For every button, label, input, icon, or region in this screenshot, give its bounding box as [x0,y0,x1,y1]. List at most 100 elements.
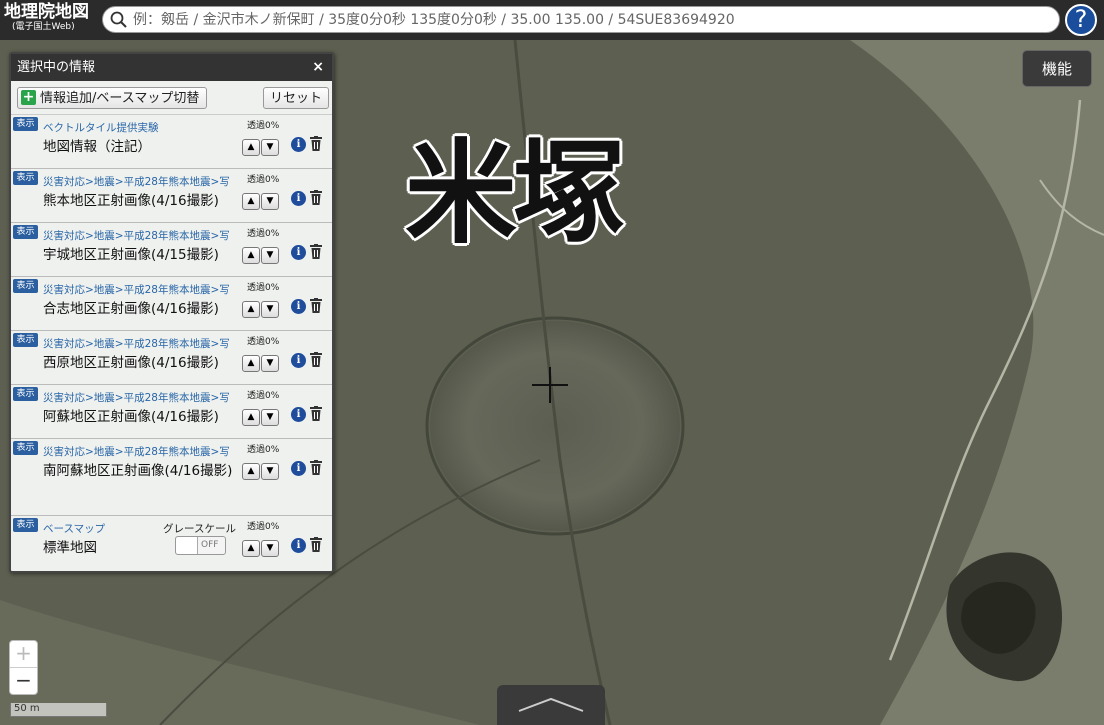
layer-item: 表示 災害対応>地震>平成28年熊本地震>写 西原地区正射画像(4/16撮影) … [11,331,332,385]
layer-title: 西原地区正射画像(4/16撮影) [43,355,219,371]
info-icon[interactable]: i [291,191,306,206]
grayscale-label: グレースケール [163,523,236,535]
layer-item: 表示 災害対応>地震>平成28年熊本地震>写 合志地区正射画像(4/16撮影) … [11,277,332,331]
layer-title: 宇城地区正射画像(4/15撮影) [43,247,219,263]
trash-icon[interactable] [310,244,322,259]
help-button[interactable]: ? [1065,4,1097,36]
move-up-button[interactable]: ▲ [242,355,260,372]
opacity-label[interactable]: 透過0% [247,118,279,131]
opacity-label[interactable]: 透過0% [247,442,279,455]
layer-path: 災害対応>地震>平成28年熊本地震>写 [43,176,230,188]
zoom-in-button[interactable]: + [10,641,37,668]
crosshair-icon [532,367,568,403]
show-layer-button[interactable]: 表示 [13,117,38,131]
panel-header: 選択中の情報 × [11,54,332,81]
move-up-button[interactable]: ▲ [242,193,260,210]
info-icon[interactable]: i [291,538,306,553]
layer-title: 合志地区正射画像(4/16撮影) [43,301,219,317]
info-icon[interactable]: i [291,299,306,314]
layer-title: 阿蘇地区正射画像(4/16撮影) [43,409,219,425]
panel-toolbar: + 情報追加/ベースマップ切替 リセット [11,81,332,115]
show-layer-button[interactable]: 表示 [13,225,38,239]
opacity-label[interactable]: 透過0% [247,226,279,239]
move-up-button[interactable]: ▲ [242,463,260,480]
layer-title: 標準地図 [43,540,97,556]
info-icon[interactable]: i [291,353,306,368]
order-buttons: ▲ ▼ [242,242,280,264]
search-box [102,6,1060,33]
move-up-button[interactable]: ▲ [242,301,260,318]
show-layer-button[interactable]: 表示 [13,387,38,401]
move-down-button[interactable]: ▼ [261,247,279,264]
order-buttons: ▲ ▼ [242,535,280,557]
add-layer-button[interactable]: + 情報追加/ベースマップ切替 [17,87,207,109]
info-icon[interactable]: i [291,461,306,476]
show-layer-button[interactable]: 表示 [13,279,38,293]
move-up-button[interactable]: ▲ [242,540,260,557]
trash-icon[interactable] [310,136,322,151]
opacity-label[interactable]: 透過0% [247,172,279,185]
move-down-button[interactable]: ▼ [261,409,279,426]
order-buttons: ▲ ▼ [242,458,280,480]
layer-path: 災害対応>地震>平成28年熊本地震>写 [43,284,230,296]
show-layer-button[interactable]: 表示 [13,518,38,532]
zoom-control: + − [9,640,38,695]
layer-item: 表示 災害対応>地震>平成28年熊本地震>写 宇城地区正射画像(4/15撮影) … [11,223,332,277]
move-down-button[interactable]: ▼ [261,301,279,318]
trash-icon[interactable] [310,352,322,367]
function-menu-button[interactable]: 機能 [1022,50,1092,87]
chevron-up-icon [518,697,584,712]
move-down-button[interactable]: ▼ [261,463,279,480]
grayscale-toggle[interactable]: OFF [175,536,226,555]
order-buttons: ▲ ▼ [242,134,280,156]
move-down-button[interactable]: ▼ [261,540,279,557]
layer-title: 南阿蘇地区正射画像(4/16撮影) [43,463,233,479]
place-name-label: 米塚 [405,129,625,259]
show-layer-button[interactable]: 表示 [13,171,38,185]
site-logo[interactable]: 地理院地図 (電子国土Web) [4,2,89,32]
layer-item: 表示 災害対応>地震>平成28年熊本地震>写 熊本地区正射画像(4/16撮影) … [11,169,332,223]
layer-path: 災害対応>地震>平成28年熊本地震>写 [43,392,230,404]
opacity-label[interactable]: 透過0% [247,334,279,347]
trash-icon[interactable] [310,190,322,205]
reset-button[interactable]: リセット [263,87,329,109]
layer-path: ベースマップ [43,523,106,535]
toggle-knob [176,537,198,554]
bottom-panel-toggle[interactable] [497,685,605,725]
move-down-button[interactable]: ▼ [261,139,279,156]
layer-path: ベクトルタイル提供実験 [43,122,159,134]
opacity-label[interactable]: 透過0% [247,519,279,532]
show-layer-button[interactable]: 表示 [13,333,38,347]
selected-info-panel: 選択中の情報 × + 情報追加/ベースマップ切替 リセット 表示 ベクトルタイル… [9,52,334,573]
zoom-out-button[interactable]: − [10,668,37,694]
order-buttons: ▲ ▼ [242,404,280,426]
move-down-button[interactable]: ▼ [261,193,279,210]
order-buttons: ▲ ▼ [242,296,280,318]
opacity-label[interactable]: 透過0% [247,388,279,401]
basemap-item: 表示 ベースマップ 標準地図 グレースケール OFF 透過0% ▲ ▼ i [11,516,332,566]
logo-main-text: 地理院地図 [4,2,89,22]
close-icon[interactable]: × [312,54,324,81]
order-buttons: ▲ ▼ [242,350,280,372]
scale-bar: 50 m [10,703,107,717]
info-icon[interactable]: i [291,137,306,152]
info-icon[interactable]: i [291,245,306,260]
move-down-button[interactable]: ▼ [261,355,279,372]
order-buttons: ▲ ▼ [242,188,280,210]
layer-item: 表示 災害対応>地震>平成28年熊本地震>写 阿蘇地区正射画像(4/16撮影) … [11,385,332,439]
move-up-button[interactable]: ▲ [242,247,260,264]
trash-icon[interactable] [310,537,322,552]
trash-icon[interactable] [310,298,322,313]
info-icon[interactable]: i [291,407,306,422]
plus-icon: + [21,89,36,105]
search-icon [110,11,127,28]
search-input[interactable] [131,10,1035,30]
show-layer-button[interactable]: 表示 [13,441,38,455]
layer-path: 災害対応>地震>平成28年熊本地震>写 [43,338,230,350]
add-layer-label: 情報追加/ベースマップ切替 [40,91,200,106]
move-up-button[interactable]: ▲ [242,409,260,426]
opacity-label[interactable]: 透過0% [247,280,279,293]
move-up-button[interactable]: ▲ [242,139,260,156]
trash-icon[interactable] [310,460,322,475]
trash-icon[interactable] [310,406,322,421]
